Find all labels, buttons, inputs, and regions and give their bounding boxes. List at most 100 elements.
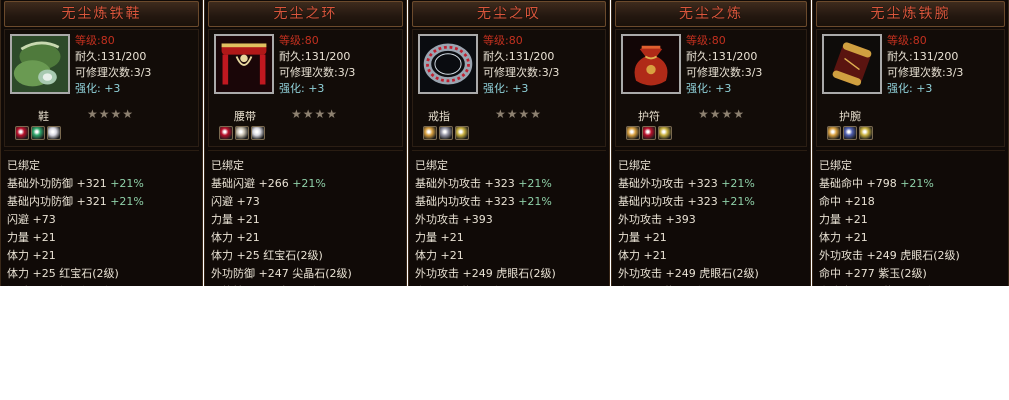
item-stats: 等级:80 耐久:131/200 可修理次数:3/3 强化: +3 <box>75 33 151 97</box>
item-enhance: 强化: +3 <box>483 82 529 95</box>
item-attributes: 已绑定 基础闪避 +266 +21% 闪避 +73 力量 +21 体力 +21 体力 +2… <box>208 150 403 286</box>
item-repair-count: 可修理次数:3/3 <box>483 66 560 79</box>
attribute-line: 基础内功攻击 +323 +21% <box>415 193 606 211</box>
attribute-text: 力量 +21 <box>618 231 667 244</box>
gem-socket-icon[interactable] <box>423 126 437 140</box>
attribute-line: 力量 +21 <box>7 229 199 247</box>
attribute-line: 外功攻击 +249 虎眼石(2级) <box>415 265 606 283</box>
attribute-text: 力量 +21 <box>7 231 56 244</box>
attribute-line: 力量 +21 <box>415 229 606 247</box>
attribute-text: 已绑定 <box>7 159 40 172</box>
attribute-text: 外功攻击 +249 虎眼石(2级) <box>618 267 759 280</box>
item-level: 等级:80 <box>887 34 927 47</box>
attribute-line: 基础闪避 +266 +21% <box>211 175 403 193</box>
item-tooltip-panel: 无尘炼铁腕 等级:80 耐久:131/200 可修理次数:3/3 强化: +3 护腕 已绑定… <box>812 0 1009 286</box>
attribute-line: 会心 +9 黄石(2级) <box>618 283 807 286</box>
attribute-line: 外功攻击 +393 <box>618 211 807 229</box>
item-repair-count: 可修理次数:3/3 <box>75 66 152 79</box>
gem-socket-icon[interactable] <box>235 126 249 140</box>
attribute-text: 基础闪避 +266 <box>211 177 289 190</box>
attribute-text: 已绑定 <box>415 159 448 172</box>
attribute-line: 体力 +25 红宝石(2级) <box>211 247 403 265</box>
gem-socket-icon[interactable] <box>439 126 453 140</box>
attribute-line: 已绑定 <box>211 157 403 175</box>
item-name: 无尘之叹 <box>412 1 606 27</box>
gem-socket-icon[interactable] <box>859 126 873 140</box>
attribute-text: 闪避 +90 祖母绿(2级) <box>7 285 119 286</box>
item-icon[interactable] <box>418 34 478 94</box>
attribute-line: 已绑定 <box>7 157 199 175</box>
item-type-row: 戒指 ★★★★ <box>413 106 605 124</box>
gem-socket-icon[interactable] <box>15 126 29 140</box>
attribute-text: 基础外功攻击 +323 <box>618 177 718 190</box>
item-summary: 等级:80 耐久:131/200 可修理次数:3/3 强化: +3 护腕 <box>816 29 1005 147</box>
attribute-line: 已绑定 <box>415 157 606 175</box>
gem-socket-icon[interactable] <box>455 126 469 140</box>
attribute-text: 力量 +21 <box>211 213 260 226</box>
item-icon[interactable] <box>822 34 882 94</box>
item-enhance: 强化: +3 <box>75 82 121 95</box>
gem-slots <box>827 126 875 142</box>
attribute-bonus: +21% <box>518 195 552 208</box>
attribute-text: 会心 +9 黄石(2级) <box>415 285 509 286</box>
attribute-text: 已绑定 <box>819 159 852 172</box>
gem-slots <box>15 126 63 142</box>
attribute-text: 会心 +9 黄石(2级) <box>618 285 712 286</box>
attribute-line: 力量 +21 <box>211 211 403 229</box>
item-level: 等级:80 <box>483 34 523 47</box>
attribute-text: 体力 +25 红宝石(2级) <box>7 267 119 280</box>
star-rating-icon: ★★★★ <box>698 107 746 121</box>
attribute-line: 闪避 +73 <box>211 193 403 211</box>
attribute-text: 基础外功攻击 +323 <box>415 177 515 190</box>
attribute-text: 体力 +21 <box>7 249 56 262</box>
attribute-text: 火抗性 +6 月光石(2级) <box>211 285 327 286</box>
attribute-text: 体力 +21 <box>819 231 868 244</box>
item-type: 腰带 <box>234 110 256 123</box>
item-summary: 等级:80 耐久:131/200 可修理次数:3/3 强化: +3 护符 ★★★★ <box>615 29 807 147</box>
item-icon[interactable] <box>10 34 70 94</box>
item-type-row: 鞋 ★★★★ <box>5 106 198 124</box>
item-name: 无尘之环 <box>208 1 403 27</box>
item-attributes: 已绑定 基础外功攻击 +323 +21% 基础内功攻击 +323 +21% 外功攻击 … <box>615 150 807 286</box>
item-icon[interactable] <box>214 34 274 94</box>
gem-slots <box>626 126 674 142</box>
gem-socket-icon[interactable] <box>31 126 45 140</box>
attribute-text: 力量 +21 <box>819 213 868 226</box>
attribute-text: 基础内功攻击 +323 <box>415 195 515 208</box>
item-summary: 等级:80 耐久:131/200 可修理次数:3/3 强化: +3 鞋 ★★★★ <box>4 29 199 147</box>
attribute-line: 外功攻击 +249 虎眼石(2级) <box>618 265 807 283</box>
attribute-line: 命中 +218 <box>819 193 1005 211</box>
gem-socket-icon[interactable] <box>827 126 841 140</box>
attribute-line: 基础内功攻击 +323 +21% <box>618 193 807 211</box>
gem-socket-icon[interactable] <box>642 126 656 140</box>
gem-slots <box>423 126 471 142</box>
attribute-line: 命中 +277 紫玉(2级) <box>819 265 1005 283</box>
item-icon[interactable] <box>621 34 681 94</box>
gem-socket-icon[interactable] <box>658 126 672 140</box>
attribute-line: 体力 +25 红宝石(2级) <box>7 265 199 283</box>
attribute-text: 体力 +21 <box>618 249 667 262</box>
attribute-text: 力量 +21 <box>415 231 464 244</box>
gem-socket-icon[interactable] <box>251 126 265 140</box>
item-name: 无尘之炼 <box>615 1 807 27</box>
attribute-text: 外功攻击 +249 虎眼石(2级) <box>415 267 556 280</box>
item-stats: 等级:80 耐久:131/200 可修理次数:3/3 强化: +3 <box>483 33 559 97</box>
gem-socket-icon[interactable] <box>47 126 61 140</box>
attribute-text: 外功防御 +247 尖晶石(2级) <box>211 267 352 280</box>
item-attributes: 已绑定 基础外功防御 +321 +21% 基础内功防御 +321 +21% 闪避 +7… <box>4 150 199 286</box>
attribute-bonus: +21% <box>292 177 326 190</box>
item-repair-count: 可修理次数:3/3 <box>887 66 964 79</box>
attribute-line: 力量 +21 <box>819 211 1005 229</box>
attribute-bonus: +21% <box>110 195 144 208</box>
attribute-line: 体力 +21 <box>211 229 403 247</box>
attribute-text: 外功攻击 +393 <box>415 213 493 226</box>
gem-socket-icon[interactable] <box>626 126 640 140</box>
item-type-row: 护符 ★★★★ <box>616 106 806 124</box>
attribute-line: 体力 +21 <box>415 247 606 265</box>
item-tooltip-panel: 无尘炼铁鞋 等级:80 耐久:131/200 可修理次数:3/3 强化: +3 鞋 ★★★★… <box>0 0 203 286</box>
item-repair-count: 可修理次数:3/3 <box>686 66 763 79</box>
gem-socket-icon[interactable] <box>843 126 857 140</box>
item-stats: 等级:80 耐久:131/200 可修理次数:3/3 强化: +3 <box>279 33 355 97</box>
attribute-text: 已绑定 <box>211 159 244 172</box>
gem-socket-icon[interactable] <box>219 126 233 140</box>
